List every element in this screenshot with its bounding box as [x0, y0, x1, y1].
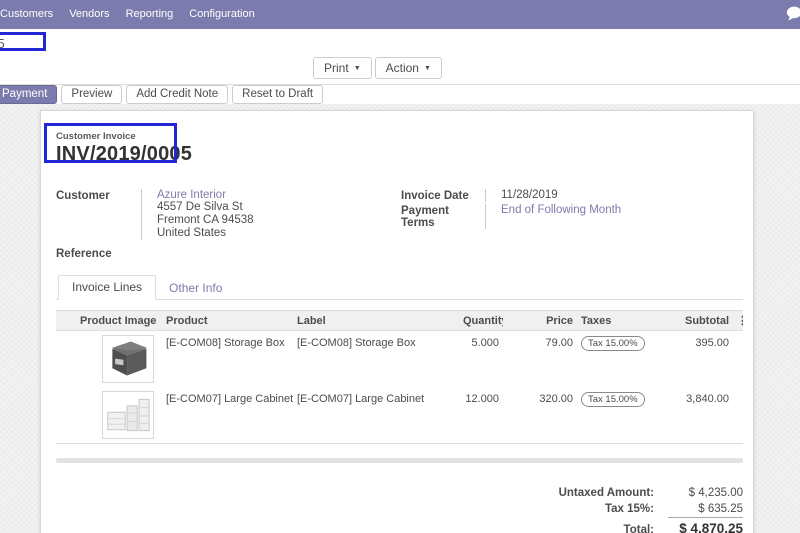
tax-tag: Tax 15.00% [581, 392, 645, 407]
chevron-down-icon: ▼ [423, 64, 431, 72]
chevron-down-icon: ▼ [353, 64, 361, 72]
column-header-taxes[interactable]: Taxes [577, 310, 656, 331]
invoice-form-page: Customers Vendors Reporting Configuratio… [0, 0, 800, 533]
cell-quantity: 12.000 [465, 393, 499, 405]
product-image-large-cabinet [102, 391, 154, 439]
preview-button[interactable]: Preview [61, 85, 123, 104]
invoice-date-field: Invoice Date 11/28/2019 [401, 189, 743, 202]
column-header-quantity[interactable]: Quantity [459, 310, 503, 331]
customer-link[interactable]: Azure Interior [157, 189, 401, 201]
tax-value: $ 635.25 [698, 503, 743, 515]
reference-label: Reference [56, 248, 112, 260]
invoice-totals: Untaxed Amount: $ 4,235.00 Tax 15%: $ 63… [518, 485, 743, 533]
top-navbar: Customers Vendors Reporting Configuratio… [0, 0, 800, 29]
product-image-storage-box [102, 335, 154, 383]
untaxed-amount-label: Untaxed Amount: [558, 487, 654, 499]
form-background: Customer Invoice INV/2019/0005 Customer … [0, 104, 800, 533]
drag-handle-cell [56, 387, 76, 444]
nav-item-vendors[interactable]: Vendors [61, 0, 117, 29]
action-button-label: Action [385, 61, 419, 75]
payment-terms-label: Payment Terms [401, 205, 449, 229]
untaxed-amount-value: $ 4,235.00 [688, 487, 743, 499]
nav-item-reporting[interactable]: Reporting [118, 0, 182, 29]
cell-subtotal: 3,840.00 [686, 393, 729, 405]
cell-product: [E-COM07] Large Cabinet [166, 393, 293, 405]
table-row[interactable]: [E-COM08] Storage Box [E-COM08] Storage … [56, 331, 743, 388]
cell-label: [E-COM08] Storage Box [297, 337, 416, 349]
tab-other-info[interactable]: Other Info [156, 277, 235, 300]
reference-field: Reference [56, 247, 401, 260]
drag-handle-cell [56, 331, 76, 388]
control-panel-buttons: Print ▼ Action ▼ [313, 57, 442, 79]
table-row[interactable]: [E-COM07] Large Cabinet [E-COM07] Large … [56, 387, 743, 444]
payment-terms-field: Payment Terms End of Following Month [401, 204, 743, 229]
customer-label: Customer [56, 190, 110, 202]
reset-to-draft-button[interactable]: Reset to Draft [232, 85, 324, 104]
column-header-product[interactable]: Product [162, 310, 293, 331]
add-credit-note-button[interactable]: Add Credit Note [126, 85, 229, 104]
register-payment-button[interactable]: Register Payment [0, 85, 58, 104]
notebook-tabs: Invoice Lines Other Info [56, 275, 743, 300]
address-line: United States [157, 227, 227, 239]
reference-value[interactable] [141, 247, 401, 260]
optional-columns-icon[interactable]: ⋮ [737, 315, 743, 327]
address-line: Fremont CA 94538 [157, 214, 254, 226]
cell-label: [E-COM07] Large Cabinet [297, 393, 425, 405]
print-button-label: Print [324, 61, 349, 75]
action-button[interactable]: Action ▼ [374, 57, 442, 79]
invoice-type-label: Customer Invoice [56, 131, 136, 142]
total-row: Total: $ 4,870.25 [518, 517, 743, 533]
payment-terms-link[interactable]: End of Following Month [501, 204, 621, 216]
customer-address: 4557 De Silva St Fremont CA 94538 United… [157, 201, 401, 239]
cell-subtotal: 395.00 [695, 337, 729, 349]
table-header-row: Product Image Product Label Quantity Pri… [56, 310, 743, 331]
cell-price: 320.00 [539, 393, 573, 405]
tax-row: Tax 15%: $ 635.25 [518, 501, 743, 517]
nav-item-customers[interactable]: Customers [0, 0, 61, 29]
column-header-price[interactable]: Price [503, 310, 577, 331]
untaxed-amount-row: Untaxed Amount: $ 4,235.00 [518, 485, 743, 501]
messages-icon[interactable] [785, 5, 800, 23]
column-header-subtotal[interactable]: Subtotal [656, 310, 733, 331]
address-line: 4557 De Silva St [157, 201, 243, 213]
customer-field: Customer Azure Interior 4557 De Silva St… [56, 189, 401, 240]
cell-quantity: 5.000 [471, 337, 499, 349]
tax-label: Tax 15%: [604, 503, 654, 515]
cell-product: [E-COM08] Storage Box [166, 337, 285, 349]
status-button-strip: Register Payment Preview Add Credit Note… [0, 85, 800, 104]
breadcrumb-row: INV/2019/0005 Print ▼ Action ▼ [0, 29, 800, 84]
handle-column-header [56, 310, 76, 331]
invoice-number: INV/2019/0005 [56, 143, 193, 165]
tax-tag: Tax 15.00% [581, 336, 645, 351]
breadcrumb[interactable]: INV/2019/0005 [0, 36, 5, 51]
total-value: $ 4,870.25 [668, 517, 743, 533]
print-button[interactable]: Print ▼ [313, 57, 372, 79]
invoice-fields: Customer Azure Interior 4557 De Silva St… [56, 189, 743, 262]
horizontal-scrollbar[interactable] [56, 458, 743, 463]
column-header-product-image[interactable]: Product Image [76, 310, 162, 331]
total-label: Total: [623, 524, 654, 533]
invoice-lines-table: Product Image Product Label Quantity Pri… [56, 310, 743, 444]
column-header-label[interactable]: Label [293, 310, 459, 331]
tab-invoice-lines[interactable]: Invoice Lines [58, 275, 157, 300]
invoice-date-label: Invoice Date [401, 190, 469, 202]
nav-item-configuration[interactable]: Configuration [181, 0, 262, 29]
cell-price: 79.00 [545, 337, 573, 349]
invoice-date-value: 11/28/2019 [485, 189, 743, 202]
invoice-sheet: Customer Invoice INV/2019/0005 Customer … [40, 110, 754, 533]
